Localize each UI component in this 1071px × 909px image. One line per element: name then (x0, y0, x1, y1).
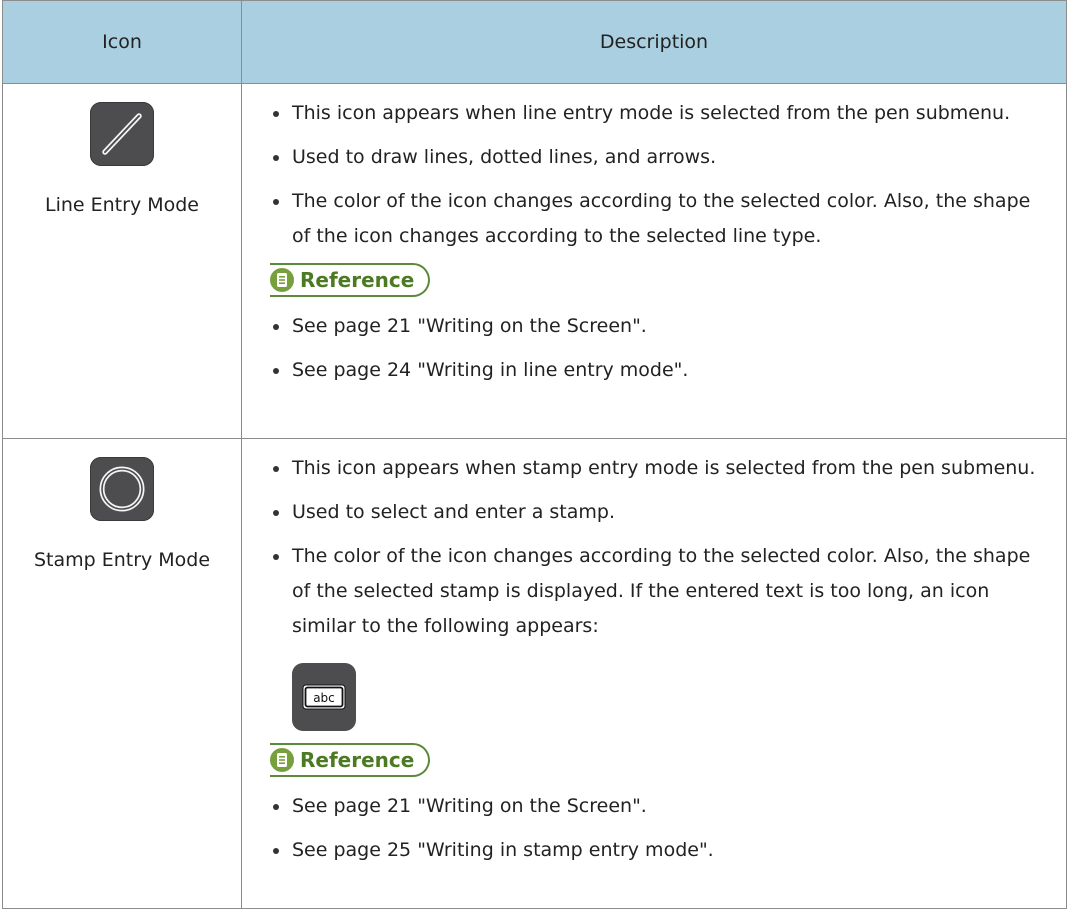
stamp-entry-mode-icon (90, 457, 154, 521)
table-header-row: Icon Description (2, 0, 1067, 84)
line-entry-mode-icon (90, 102, 154, 166)
description-bullets: This icon appears when stamp entry mode … (270, 451, 1044, 644)
description-cell: This icon appears when line entry mode i… (241, 83, 1067, 439)
header-icon: Icon (2, 0, 242, 84)
list-item: The color of the icon changes according … (270, 184, 1044, 254)
list-item: Used to draw lines, dotted lines, and ar… (270, 140, 1044, 175)
description-cell: This icon appears when stamp entry mode … (241, 438, 1067, 909)
reference-label: Reference (300, 748, 415, 772)
description-bullets: This icon appears when line entry mode i… (270, 96, 1044, 254)
icon-cell: Stamp Entry Mode (2, 438, 242, 909)
reference-book-icon (270, 748, 294, 772)
abc-stamp-icon: abc (292, 663, 356, 731)
list-item: The color of the icon changes according … (270, 539, 1044, 644)
inline-icon-wrap: abc (270, 653, 1044, 743)
reference-heading: Reference (270, 263, 431, 297)
reference-bullets: See page 21 "Writing on the Screen". See… (270, 309, 1044, 388)
reference-book-icon (270, 268, 294, 292)
icon-description-table: Icon Description Line Entry Mode This ic… (2, 0, 1067, 909)
list-item: This icon appears when stamp entry mode … (270, 451, 1044, 486)
list-item: See page 21 "Writing on the Screen". (270, 789, 1044, 824)
table-row: Stamp Entry Mode This icon appears when … (2, 438, 1067, 909)
list-item: Used to select and enter a stamp. (270, 495, 1044, 530)
icon-label: Stamp Entry Mode (33, 549, 211, 571)
icon-cell: Line Entry Mode (2, 83, 242, 439)
header-description: Description (241, 0, 1067, 84)
icon-label: Line Entry Mode (45, 194, 199, 216)
list-item: See page 21 "Writing on the Screen". (270, 309, 1044, 344)
list-item: See page 24 "Writing in line entry mode"… (270, 353, 1044, 388)
list-item: See page 25 "Writing in stamp entry mode… (270, 833, 1044, 868)
reference-label: Reference (300, 268, 415, 292)
reference-bullets: See page 21 "Writing on the Screen". See… (270, 789, 1044, 868)
svg-text:abc: abc (313, 691, 335, 705)
reference-heading: Reference (270, 743, 431, 777)
table-row: Line Entry Mode This icon appears when l… (2, 83, 1067, 439)
list-item: This icon appears when line entry mode i… (270, 96, 1044, 131)
